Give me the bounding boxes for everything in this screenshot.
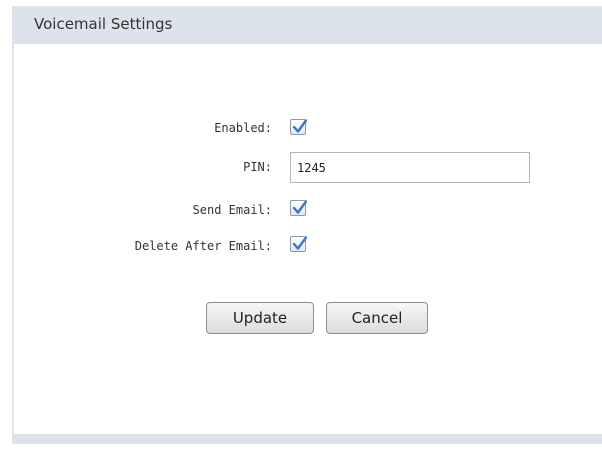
check-icon	[292, 200, 307, 214]
pin-input[interactable]	[290, 152, 530, 183]
update-button[interactable]: Update	[206, 302, 314, 334]
delete-after-email-checkbox[interactable]	[290, 236, 307, 252]
panel-title: Voicemail Settings	[34, 15, 173, 33]
cancel-button[interactable]: Cancel	[326, 302, 428, 334]
enabled-checkbox[interactable]	[290, 119, 307, 135]
send-email-checkbox[interactable]	[290, 200, 307, 216]
pin-label: PIN:	[243, 160, 272, 174]
check-icon	[292, 119, 307, 133]
voicemail-settings-panel: Voicemail Settings Enabled: PIN: Send Em…	[12, 6, 602, 444]
delete-after-email-label: Delete After Email:	[134, 239, 272, 253]
panel-footer	[14, 434, 602, 442]
send-email-label: Send Email:	[192, 203, 272, 217]
panel-header: Voicemail Settings	[14, 6, 602, 44]
enabled-label: Enabled:	[214, 121, 272, 135]
check-icon	[292, 236, 307, 250]
